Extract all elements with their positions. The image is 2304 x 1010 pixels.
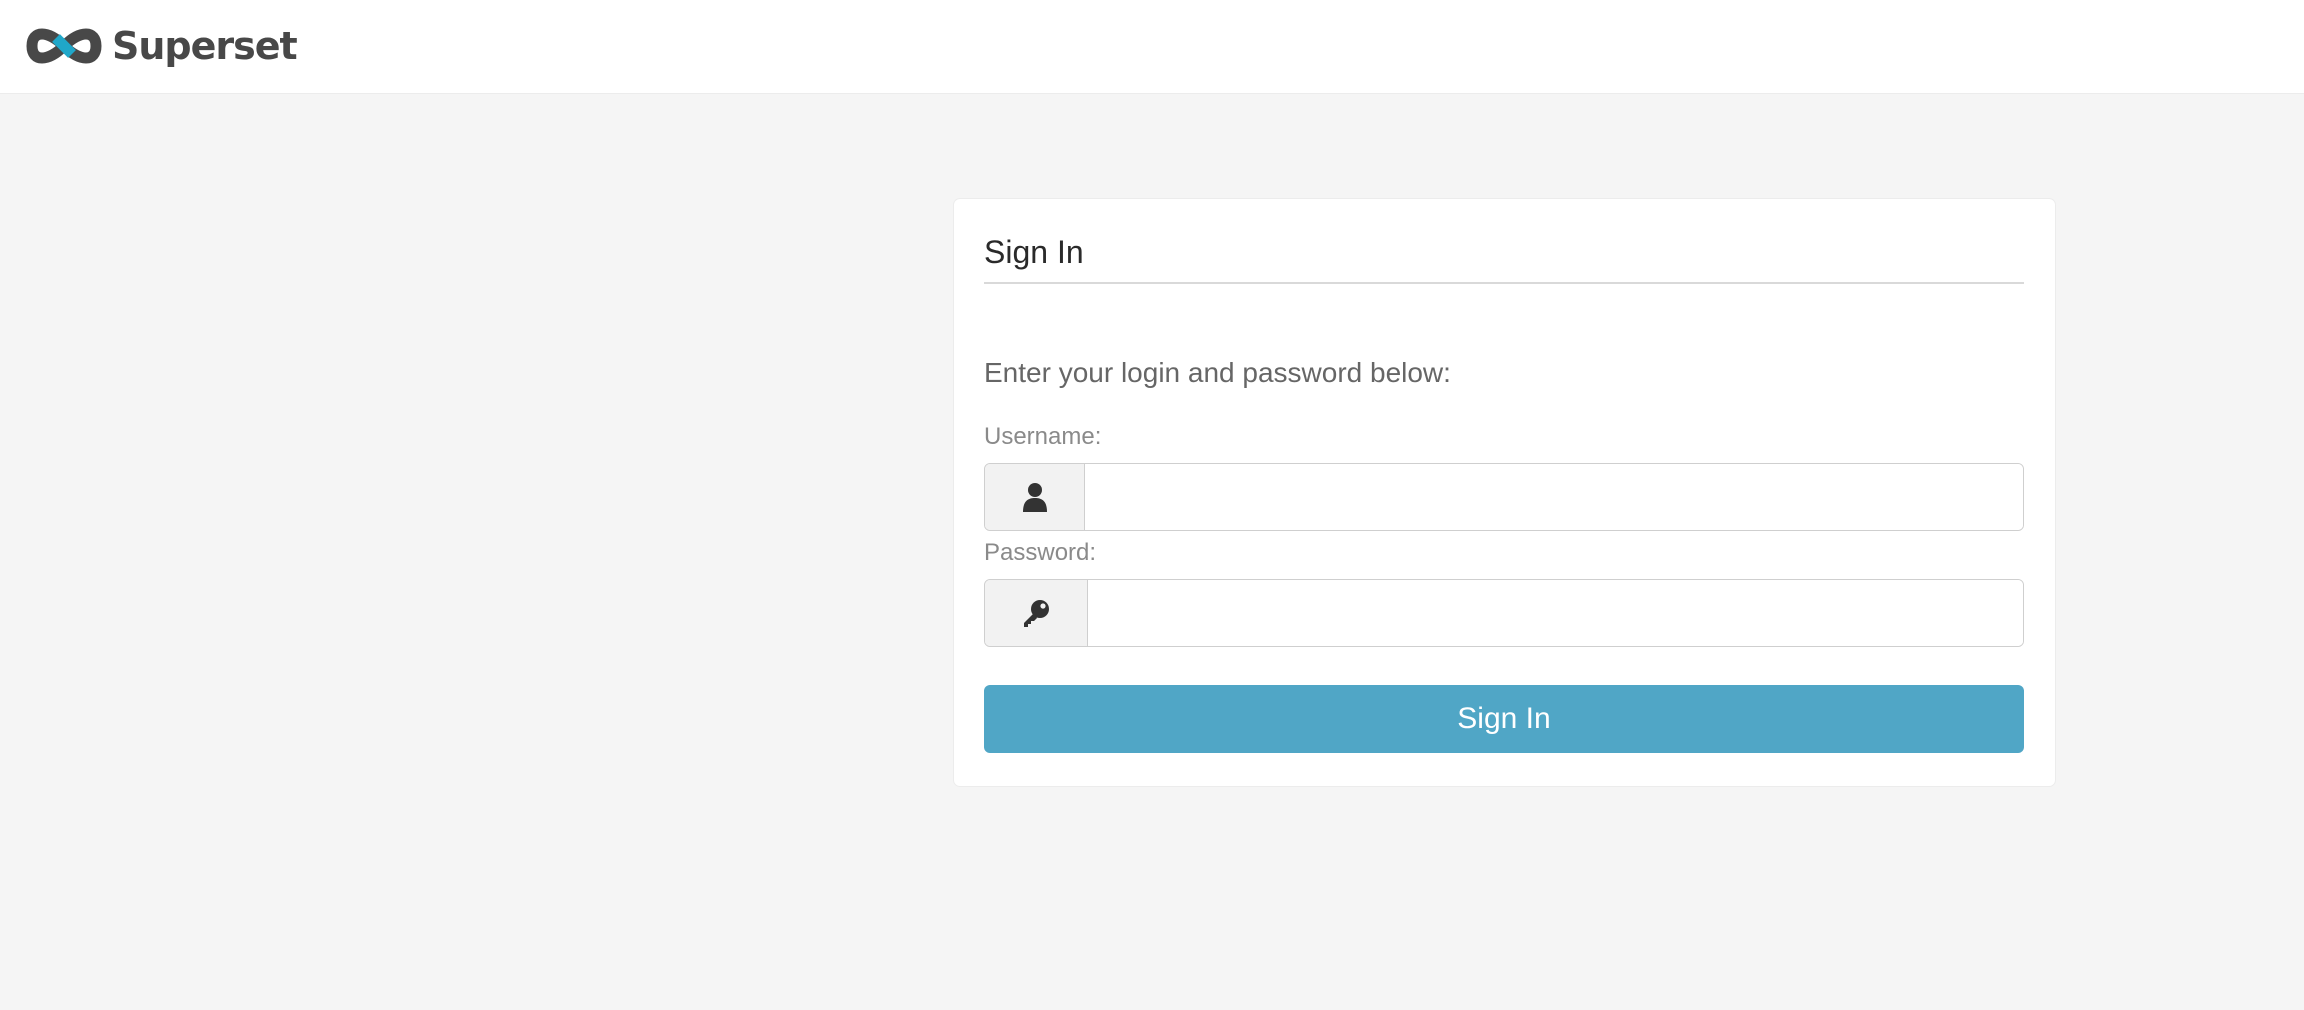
login-panel: Sign In Enter your login and password be… <box>954 199 2055 786</box>
user-icon <box>985 464 1085 530</box>
brand-name: Superset <box>112 24 298 68</box>
brand-link[interactable]: Superset <box>22 22 298 70</box>
top-navbar: Superset <box>0 0 2304 94</box>
key-icon <box>985 580 1088 646</box>
password-input[interactable] <box>1088 580 2023 646</box>
username-input-group <box>984 463 2024 531</box>
login-instructions: Enter your login and password below: <box>984 357 1451 388</box>
username-label: Username: <box>984 423 1102 450</box>
username-input[interactable] <box>1085 464 2023 530</box>
sign-in-button[interactable]: Sign In <box>984 685 2024 753</box>
password-input-group <box>984 579 2024 647</box>
panel-title: Sign In <box>984 229 2024 284</box>
password-label: Password: <box>984 539 1097 566</box>
superset-logo-icon <box>26 28 102 64</box>
